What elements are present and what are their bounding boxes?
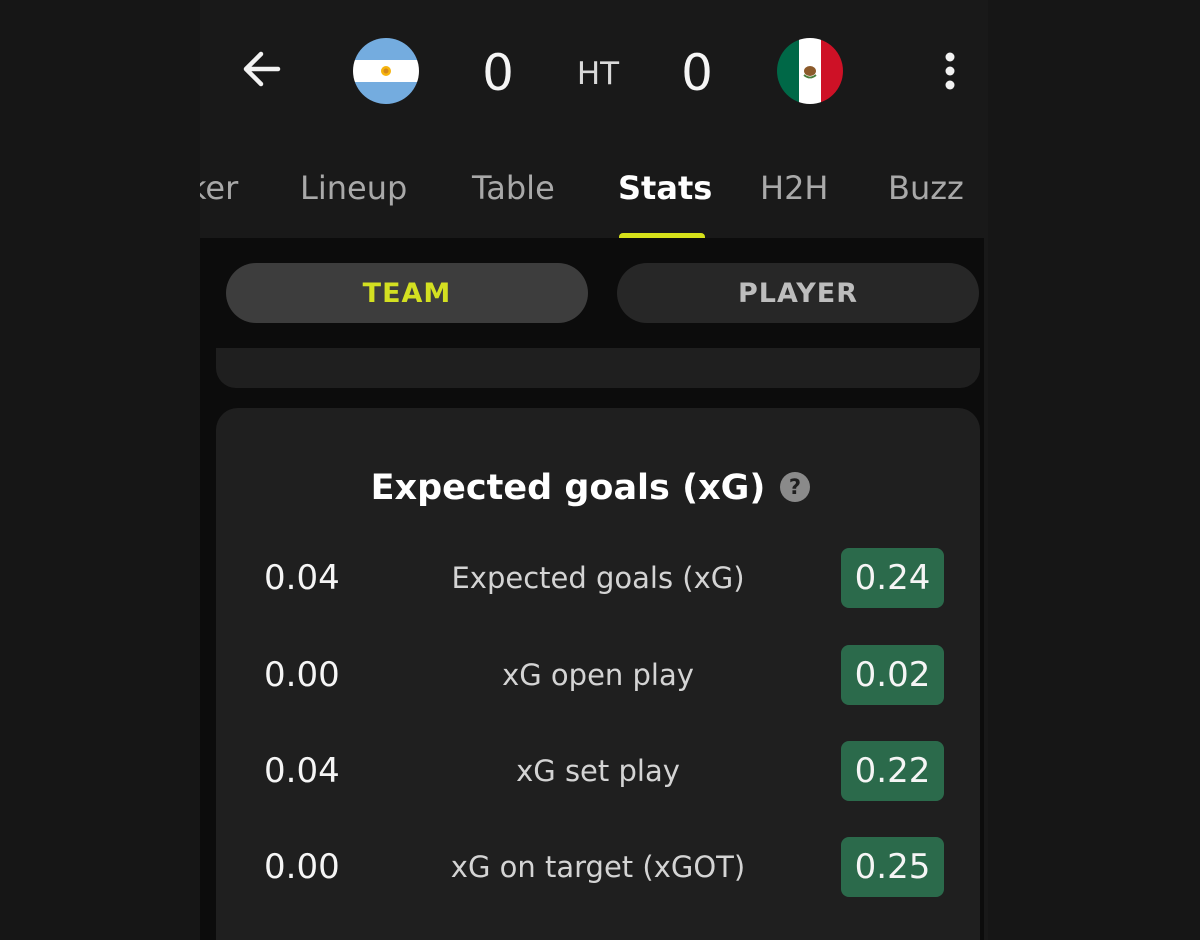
stat-label: xG open play <box>502 658 694 692</box>
tab-stats[interactable]: Stats <box>618 168 712 208</box>
stat-label: xG set play <box>516 754 680 788</box>
tab-lineup[interactable]: Lineup <box>300 168 407 208</box>
stat-row: 0.00 xG on target (xGOT) 0.25 <box>216 837 980 897</box>
tab-h2h[interactable]: H2H <box>760 168 828 208</box>
card-title: Expected goals (xG) <box>216 466 980 510</box>
card-title-text: Expected goals (xG) <box>370 468 766 508</box>
tab-buzz[interactable]: Buzz <box>888 168 964 208</box>
mexico-flag-icon[interactable] <box>777 38 843 104</box>
home-stat-value: 0.00 <box>264 847 340 887</box>
stats-panel: TEAM PLAYER Expected goals (xG) ? 0.04 E… <box>200 238 984 940</box>
team-segment-button[interactable]: TEAM <box>226 263 588 323</box>
right-gutter <box>988 0 1200 940</box>
left-gutter <box>0 0 200 940</box>
more-options-button[interactable] <box>930 46 970 96</box>
expected-goals-card: Expected goals (xG) ? 0.04 Expected goal… <box>216 408 980 940</box>
home-stat-value: 0.04 <box>264 751 340 791</box>
away-stat-value: 0.02 <box>841 645 944 705</box>
previous-stats-card <box>216 348 980 388</box>
help-icon[interactable]: ? <box>780 472 810 502</box>
match-stats-screen: 0 HT 0 ker Lineup Table Stats H2H Buzz T… <box>0 0 1200 940</box>
argentina-flag-icon[interactable] <box>353 38 419 104</box>
stat-label: xG on target (xGOT) <box>450 850 746 884</box>
back-button[interactable] <box>236 44 286 94</box>
match-status: HT <box>576 56 620 92</box>
away-stat-value: 0.24 <box>841 548 944 608</box>
home-stat-value: 0.04 <box>264 558 340 598</box>
match-tabs: ker Lineup Table Stats H2H Buzz <box>200 160 984 238</box>
player-segment-button[interactable]: PLAYER <box>617 263 979 323</box>
home-score: 0 <box>482 44 514 102</box>
stat-row: 0.04 Expected goals (xG) 0.24 <box>216 548 980 608</box>
away-score: 0 <box>681 44 713 102</box>
away-stat-value: 0.25 <box>841 837 944 897</box>
tab-ticker[interactable]: ker <box>200 168 238 208</box>
stat-row: 0.04 xG set play 0.22 <box>216 741 980 801</box>
away-stat-value: 0.22 <box>841 741 944 801</box>
home-stat-value: 0.00 <box>264 655 340 695</box>
arrow-left-icon <box>243 51 281 87</box>
more-vertical-icon <box>945 52 955 90</box>
tab-table[interactable]: Table <box>472 168 555 208</box>
stat-label: Expected goals (xG) <box>451 561 745 595</box>
stat-row: 0.00 xG open play 0.02 <box>216 645 980 705</box>
